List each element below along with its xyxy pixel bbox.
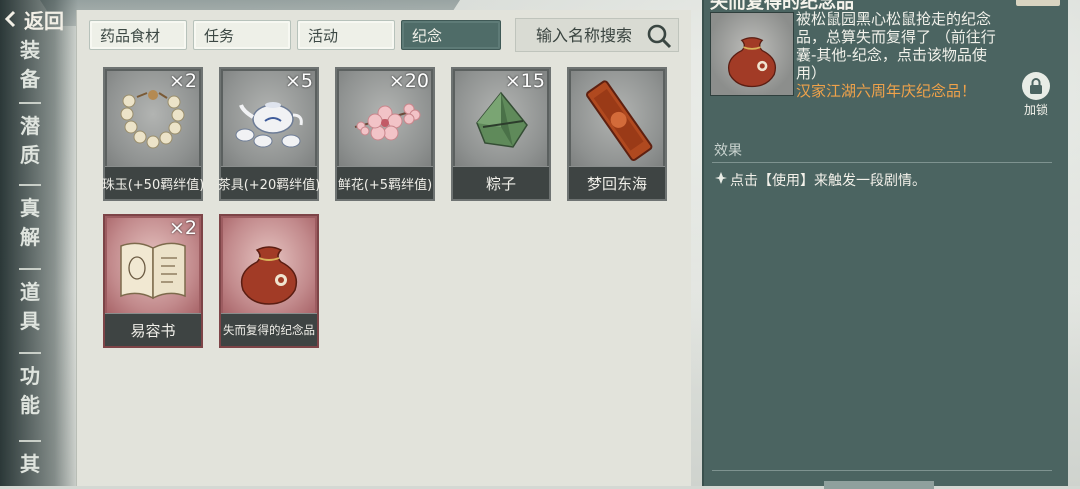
nav-item-potential[interactable]: 潜质 xyxy=(12,102,48,170)
category-tabs: 药品食材 任务 活动 纪念 xyxy=(89,20,501,50)
item-count: ×5 xyxy=(284,70,313,92)
effect-line: 点击【使用】来触发一段剧情。 xyxy=(714,170,926,190)
effect-header: 效果 xyxy=(714,143,742,159)
item-card-east-sea-token[interactable]: 梦回东海 xyxy=(567,67,667,201)
nav-item-label: 装备 xyxy=(20,38,40,91)
tab-quest[interactable]: 任务 xyxy=(193,20,291,50)
detail-description-block: 被松鼠园黑心松鼠抢走的纪念品，总算失而复得了 （前往行囊-其他-纪念，点击该物品… xyxy=(796,10,996,100)
item-detail-panel: 失而复得的纪念品 被松鼠园黑心松鼠抢走的纪念品，总算失而复得了 （前往行囊-其他… xyxy=(702,0,1068,489)
item-card-flower[interactable]: ×20 鲜花(+5羁绊值) xyxy=(335,67,435,201)
use-button-edge[interactable] xyxy=(824,481,934,489)
nav-item-label: 道具 xyxy=(20,280,40,333)
back-label: 返回 xyxy=(24,8,64,33)
tab-event[interactable]: 活动 xyxy=(297,20,395,50)
item-count: ×2 xyxy=(168,70,197,92)
detail-source: 汉家江湖六周年庆纪念品！ xyxy=(796,82,977,100)
pouch-icon xyxy=(223,218,315,314)
back-button[interactable]: 返回 xyxy=(0,4,74,34)
nav-item-label: 功能 xyxy=(20,364,40,417)
nav-divider xyxy=(19,102,41,104)
item-card-recovered-souvenir[interactable]: 失而复得的纪念品 xyxy=(219,214,319,348)
effect-divider xyxy=(712,162,1052,163)
nav-item-props[interactable]: 道具 xyxy=(12,268,48,336)
item-count: ×20 xyxy=(388,70,429,92)
left-category-nav: 返回 装备 潜质 真解 道具 功能 其 xyxy=(0,0,78,486)
bottom-divider xyxy=(712,470,1052,471)
detail-pouch-icon xyxy=(710,12,794,96)
tab-label: 活动 xyxy=(308,26,339,45)
item-name: 失而复得的纪念品 xyxy=(221,313,317,346)
detail-top-button[interactable] xyxy=(1016,0,1060,6)
item-card-pearl[interactable]: ×2 珠玉(+50羁绊值) xyxy=(102,67,204,201)
effect-text: 点击【使用】来触发一段剧情。 xyxy=(730,173,926,189)
lock-icon xyxy=(1022,72,1050,100)
red-token-icon xyxy=(571,71,663,167)
nav-divider xyxy=(19,352,41,354)
lock-button[interactable]: 加锁 xyxy=(1016,72,1056,118)
inventory-panel: 药品食材 任务 活动 纪念 ×2 珠玉(+50羁绊值) xyxy=(76,10,691,486)
search-box xyxy=(515,18,679,52)
lock-label: 加锁 xyxy=(1023,103,1048,117)
item-name: 易容书 xyxy=(105,313,201,346)
item-card-disguise-book[interactable]: ×2 易容书 xyxy=(103,214,203,348)
nav-item-true-solution[interactable]: 真解 xyxy=(12,184,48,252)
search-icon[interactable] xyxy=(646,23,672,49)
nav-item-label: 潜质 xyxy=(20,114,40,167)
nav-item-other[interactable]: 其 xyxy=(12,440,48,479)
nav-item-function[interactable]: 功能 xyxy=(12,352,48,420)
item-name: 珠玉(+50羁绊值) xyxy=(102,166,204,199)
tab-souvenir[interactable]: 纪念 xyxy=(401,20,501,50)
bullet-star-icon xyxy=(714,171,728,189)
item-name: 茶具(+20羁绊值) xyxy=(218,166,320,199)
back-arrow-icon xyxy=(0,8,22,30)
tab-medicine-food[interactable]: 药品食材 xyxy=(89,20,187,50)
item-name: 梦回东海 xyxy=(569,166,665,199)
nav-divider xyxy=(19,440,41,442)
item-name: 粽子 xyxy=(453,166,549,199)
nav-item-label: 其 xyxy=(20,452,40,476)
item-count: ×2 xyxy=(168,217,197,239)
tab-label: 纪念 xyxy=(412,26,443,45)
nav-item-equipment[interactable]: 装备 xyxy=(12,36,48,94)
item-name: 鲜花(+5羁绊值) xyxy=(337,166,433,199)
nav-divider xyxy=(19,184,41,186)
tab-label: 药品食材 xyxy=(100,26,161,45)
item-card-tea-set[interactable]: ×5 茶具(+20羁绊值) xyxy=(218,67,320,201)
search-input[interactable] xyxy=(534,24,650,46)
item-card-zongzi[interactable]: ×15 粽子 xyxy=(451,67,551,201)
nav-divider xyxy=(19,268,41,270)
tab-label: 任务 xyxy=(204,26,235,45)
nav-item-label: 真解 xyxy=(20,196,40,249)
item-count: ×15 xyxy=(504,70,545,92)
